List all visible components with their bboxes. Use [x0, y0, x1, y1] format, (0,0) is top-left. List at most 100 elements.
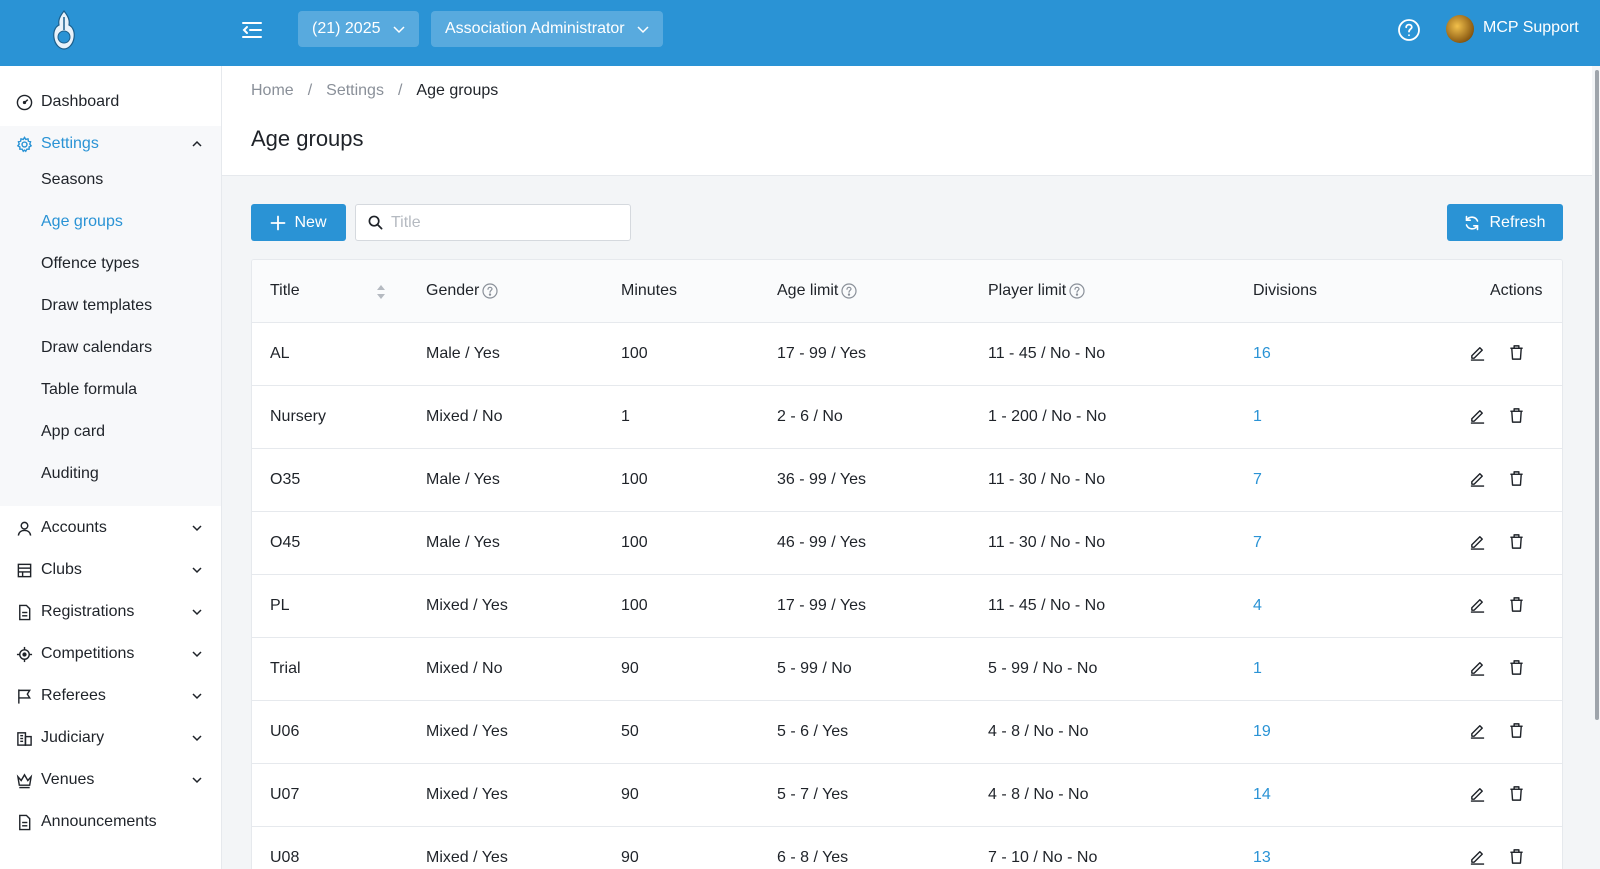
table-row: O45 Male / Yes 100 46 - 99 / Yes 11 - 30 / N…: [252, 512, 1562, 575]
cell-age-limit: 5 - 7 / Yes: [777, 786, 849, 803]
column-header-label: Gender: [426, 282, 480, 299]
sidebar-item-clubs[interactable]: Clubs: [0, 549, 221, 591]
question-circle-icon[interactable]: [482, 283, 498, 299]
sidebar-subitem-age-groups[interactable]: Age groups: [41, 213, 123, 231]
sidebar-subitem-seasons[interactable]: Seasons: [41, 171, 103, 189]
trash-icon[interactable]: [1508, 596, 1525, 613]
trash-icon[interactable]: [1508, 407, 1525, 424]
refresh-button[interactable]: Refresh: [1447, 204, 1563, 241]
cell-divisions[interactable]: 13: [1253, 849, 1271, 867]
sidebar-item-accounts[interactable]: Accounts: [0, 507, 221, 549]
cell-divisions[interactable]: 7: [1253, 471, 1262, 489]
question-circle-icon[interactable]: [841, 283, 857, 299]
edit-icon[interactable]: [1469, 722, 1486, 739]
sidebar-subitem-draw-calendars[interactable]: Draw calendars: [41, 339, 152, 357]
breadcrumb-home[interactable]: Home: [251, 82, 294, 100]
cell-divisions[interactable]: 7: [1253, 534, 1262, 552]
sidebar-item-dashboard[interactable]: Dashboard: [0, 81, 221, 123]
sidebar-item-label: Competitions: [41, 645, 135, 662]
cell-player-limit: 11 - 30 / No - No: [988, 471, 1106, 488]
column-header-player-limit: Player limit: [988, 282, 1085, 300]
scrollbar-thumb[interactable]: [1595, 70, 1599, 720]
cell-gender: Mixed / No: [426, 408, 503, 425]
sidebar-item-label: Registrations: [41, 603, 135, 620]
menu-toggle-icon[interactable]: [240, 18, 264, 42]
trash-icon[interactable]: [1508, 785, 1525, 802]
trash-icon[interactable]: [1508, 722, 1525, 739]
cell-title: Trial: [270, 660, 301, 677]
sidebar-item-announcements[interactable]: Announcements: [0, 801, 221, 843]
chevron-down-icon: [192, 651, 202, 658]
edit-icon[interactable]: [1469, 596, 1486, 613]
season-selector[interactable]: (21) 2025: [298, 11, 419, 47]
edit-icon[interactable]: [1469, 407, 1486, 424]
cell-divisions[interactable]: 4: [1253, 597, 1262, 615]
sort-icon[interactable]: [375, 283, 387, 301]
sidebar-subitem-app-card[interactable]: App card: [41, 423, 105, 441]
sidebar-subitem-auditing[interactable]: Auditing: [41, 465, 99, 483]
edit-icon[interactable]: [1469, 659, 1486, 676]
search-input[interactable]: [391, 213, 611, 232]
new-button[interactable]: New: [251, 204, 346, 241]
column-header-label: Minutes: [621, 282, 678, 299]
sidebar-item-label: Clubs: [41, 561, 82, 578]
sidebar-item-competitions[interactable]: Competitions: [0, 633, 221, 675]
trash-icon[interactable]: [1508, 848, 1525, 865]
cell-gender: Mixed / Yes: [426, 597, 508, 614]
season-selector-label: (21) 2025: [312, 20, 381, 37]
cell-divisions[interactable]: 14: [1253, 786, 1271, 804]
help-icon[interactable]: [1397, 18, 1421, 42]
role-selector[interactable]: Association Administrator: [431, 11, 663, 47]
sidebar-item-label: Venues: [41, 771, 95, 788]
question-circle-icon[interactable]: [1069, 283, 1085, 299]
sidebar-item-settings[interactable]: Settings: [0, 123, 221, 165]
table-row: O35 Male / Yes 100 36 - 99 / Yes 11 - 30 / N…: [252, 449, 1562, 512]
cell-minutes: 100: [621, 345, 648, 362]
sidebar-subitem-draw-templates[interactable]: Draw templates: [41, 297, 152, 315]
new-button-label: New: [294, 213, 327, 231]
column-header-title[interactable]: Title: [270, 282, 300, 300]
association-logo[interactable]: [46, 8, 82, 52]
top-bar: (21) 2025 Association Administrator MCP …: [0, 0, 1600, 66]
cell-player-limit: 5 - 99 / No - No: [988, 660, 1098, 677]
refresh-icon: [1466, 215, 1479, 230]
sidebar-subitem-offence-types[interactable]: Offence types: [41, 255, 139, 273]
cell-player-limit: 4 - 8 / No - No: [988, 786, 1089, 803]
edit-icon[interactable]: [1469, 785, 1486, 802]
trash-icon[interactable]: [1508, 659, 1525, 676]
cell-title: O35: [270, 471, 301, 488]
breadcrumb: Home / Settings / Age groups: [251, 82, 498, 100]
column-header-label: Divisions: [1253, 282, 1318, 299]
cell-minutes: 90: [621, 849, 639, 866]
cell-age-limit: 36 - 99 / Yes: [777, 471, 866, 488]
flag-icon: [18, 688, 31, 704]
cell-gender: Mixed / No: [426, 660, 503, 677]
cell-gender: Male / Yes: [426, 345, 500, 362]
edit-icon[interactable]: [1469, 533, 1486, 550]
column-header-minutes: Minutes: [621, 282, 677, 300]
cell-title: U07: [270, 786, 300, 803]
trash-icon[interactable]: [1508, 344, 1525, 361]
trash-icon[interactable]: [1508, 533, 1525, 550]
dashboard-icon: [16, 94, 33, 110]
edit-icon[interactable]: [1469, 344, 1486, 361]
breadcrumb-settings[interactable]: Settings: [326, 82, 384, 100]
cell-divisions[interactable]: 1: [1253, 660, 1262, 678]
edit-icon[interactable]: [1469, 848, 1486, 865]
sidebar-subitem-table-formula[interactable]: Table formula: [41, 381, 137, 399]
cell-divisions[interactable]: 16: [1253, 345, 1271, 363]
sidebar-item-referees[interactable]: Referees: [0, 675, 221, 717]
age-groups-table: Title Gender Minutes Age limit Player li…: [251, 259, 1563, 869]
sidebar-item-registrations[interactable]: Registrations: [0, 591, 221, 633]
title-search[interactable]: [355, 204, 631, 241]
avatar[interactable]: [1446, 15, 1474, 43]
edit-icon[interactable]: [1469, 470, 1486, 487]
settings-submenu: Seasons Age groups Offence types Draw te…: [0, 126, 221, 506]
sidebar-item-judiciary[interactable]: Judiciary: [0, 717, 221, 759]
sidebar-item-venues[interactable]: Venues: [0, 759, 221, 801]
cell-divisions[interactable]: 19: [1253, 723, 1271, 741]
column-header-label: Player limit: [988, 282, 1067, 299]
trash-icon[interactable]: [1508, 470, 1525, 487]
cell-divisions[interactable]: 1: [1253, 408, 1262, 426]
username[interactable]: MCP Support: [1483, 19, 1579, 37]
